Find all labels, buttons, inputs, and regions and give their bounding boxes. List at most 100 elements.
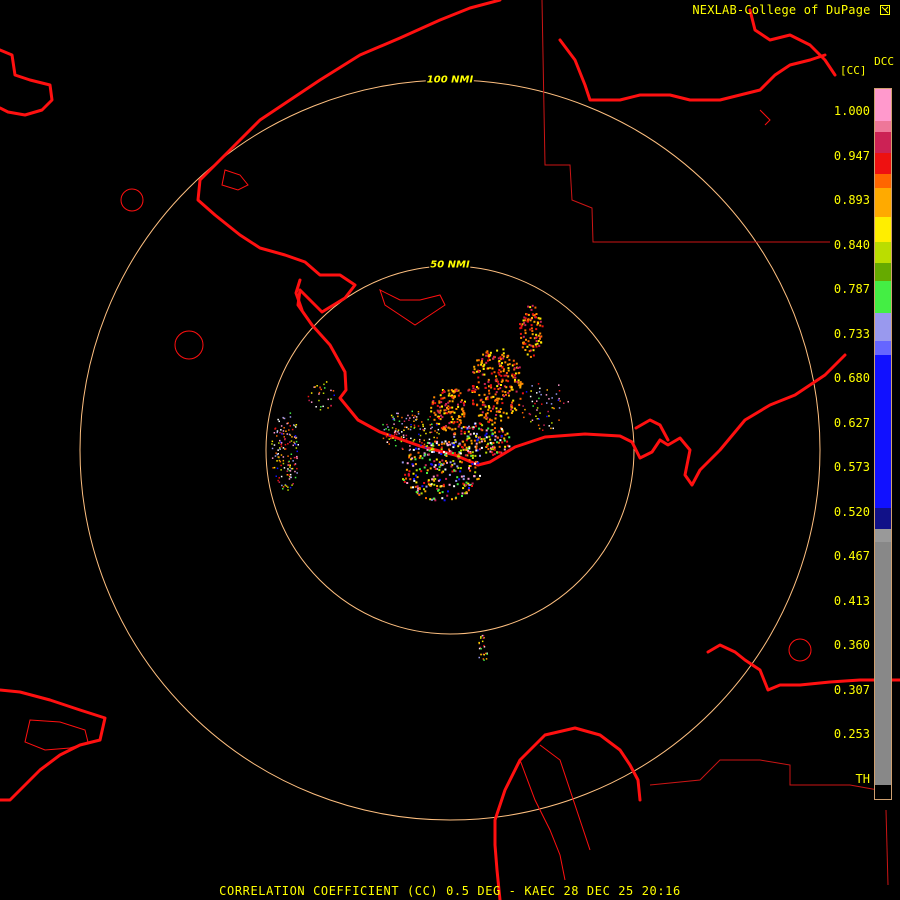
radar-return-pixel bbox=[294, 470, 296, 473]
radar-return-pixel bbox=[473, 368, 476, 371]
product-tag: DCC bbox=[874, 55, 894, 68]
radar-return-pixel bbox=[454, 497, 457, 500]
radar-return-pixel bbox=[454, 427, 457, 430]
radar-return-pixel bbox=[461, 407, 464, 410]
radar-return-pixel bbox=[458, 478, 461, 481]
radar-return-pixel bbox=[474, 422, 477, 425]
radar-return-pixel bbox=[460, 461, 463, 464]
radar-return-pixel bbox=[534, 402, 536, 405]
radar-return-pixel bbox=[425, 497, 427, 500]
radar-return-pixel bbox=[471, 485, 473, 487]
radar-return-pixel bbox=[535, 328, 538, 331]
radar-return-pixel bbox=[477, 477, 480, 480]
radar-return-pixel bbox=[537, 334, 540, 337]
radar-return-pixel bbox=[489, 366, 492, 369]
radar-return-pixel bbox=[534, 337, 537, 339]
radar-return-pixel bbox=[489, 438, 492, 441]
radar-return-pixel bbox=[470, 439, 473, 442]
radar-return-pixel bbox=[478, 427, 480, 430]
radar-return-pixel bbox=[280, 429, 282, 431]
radar-return-pixel bbox=[410, 423, 412, 426]
radar-return-pixel bbox=[519, 327, 522, 330]
radar-return-pixel bbox=[287, 443, 289, 445]
radar-return-pixel bbox=[438, 466, 441, 469]
radar-return-pixel bbox=[443, 412, 446, 415]
radar-return-pixel bbox=[479, 407, 482, 410]
radar-return-pixel bbox=[276, 435, 278, 437]
radar-return-pixel bbox=[397, 431, 399, 433]
radar-return-pixel bbox=[314, 386, 316, 388]
radar-return-pixel bbox=[278, 481, 281, 483]
radar-return-pixel bbox=[530, 327, 533, 330]
radar-return-pixel bbox=[455, 479, 458, 482]
radar-return-pixel bbox=[291, 467, 294, 470]
radar-return-pixel bbox=[497, 383, 500, 386]
radar-return-pixel bbox=[288, 474, 290, 476]
radar-return-pixel bbox=[420, 470, 423, 473]
radar-return-pixel bbox=[433, 436, 435, 439]
colorbar-tick-label: 0.413 bbox=[833, 593, 870, 608]
radar-return-pixel bbox=[529, 328, 532, 331]
radar-return-pixel bbox=[281, 433, 283, 435]
colorbar-tick-label: 0.840 bbox=[833, 237, 870, 252]
radar-return-pixel bbox=[471, 385, 474, 387]
radar-return-pixel bbox=[514, 378, 516, 381]
radar-return-pixel bbox=[441, 491, 444, 494]
radar-return-pixel bbox=[534, 306, 537, 309]
radar-return-pixel bbox=[410, 486, 413, 489]
radar-return-pixel bbox=[436, 474, 439, 477]
radar-return-pixel bbox=[409, 445, 411, 447]
radar-return-pixel bbox=[526, 345, 529, 348]
radar-return-pixel bbox=[278, 456, 280, 458]
radar-return-pixel bbox=[518, 403, 521, 406]
radar-return-pixel bbox=[394, 430, 397, 432]
radar-return-pixel bbox=[432, 444, 435, 447]
radar-return-pixel bbox=[417, 411, 420, 413]
radar-return-pixel bbox=[450, 415, 453, 418]
radar-return-pixel bbox=[467, 477, 470, 480]
radar-return-pixel bbox=[420, 492, 423, 495]
radar-return-pixel bbox=[451, 428, 454, 431]
radar-return-pixel bbox=[408, 419, 410, 421]
radar-return-pixel bbox=[471, 451, 474, 454]
radar-return-pixel bbox=[443, 442, 446, 445]
radar-return-pixel bbox=[440, 471, 443, 474]
radar-return-pixel bbox=[457, 457, 460, 460]
radar-return-pixel bbox=[287, 489, 289, 491]
radar-return-pixel bbox=[281, 484, 283, 487]
radar-return-pixel bbox=[525, 313, 528, 316]
radar-return-pixel bbox=[467, 449, 470, 452]
radar-return-pixel bbox=[392, 416, 394, 418]
radar-return-pixel bbox=[500, 419, 503, 422]
radar-return-pixel bbox=[539, 412, 541, 414]
radar-return-pixel bbox=[280, 425, 283, 427]
radar-return-pixel bbox=[541, 403, 543, 405]
radar-return-pixel bbox=[508, 394, 510, 397]
radar-return-pixel bbox=[482, 634, 485, 637]
radar-return-pixel bbox=[320, 388, 322, 391]
radar-return-pixel bbox=[289, 464, 291, 466]
radar-return-pixel bbox=[502, 352, 505, 355]
radar-return-pixel bbox=[488, 359, 491, 361]
radar-return-pixel bbox=[456, 476, 459, 479]
radar-return-pixel bbox=[444, 440, 447, 443]
radar-return-pixel bbox=[537, 340, 540, 342]
radar-return-pixel bbox=[478, 642, 480, 645]
radar-return-pixel bbox=[320, 406, 322, 408]
radar-return-pixel bbox=[292, 460, 294, 462]
radar-return-pixel bbox=[392, 437, 394, 439]
radar-return-pixel bbox=[432, 448, 435, 451]
radar-return-pixel bbox=[455, 408, 458, 410]
radar-return-pixel bbox=[382, 437, 385, 440]
radar-return-pixel bbox=[430, 442, 432, 445]
radar-return-pixel bbox=[330, 404, 332, 407]
radar-return-pixel bbox=[513, 367, 516, 370]
radar-return-pixel bbox=[416, 418, 418, 420]
radar-return-pixel bbox=[318, 393, 320, 395]
radar-return-pixel bbox=[462, 410, 465, 413]
radar-return-pixel bbox=[398, 420, 401, 422]
radar-return-pixel bbox=[498, 411, 501, 413]
radar-return-pixel bbox=[553, 407, 555, 410]
radar-return-pixel bbox=[429, 484, 432, 487]
radar-return-pixel bbox=[531, 313, 534, 316]
